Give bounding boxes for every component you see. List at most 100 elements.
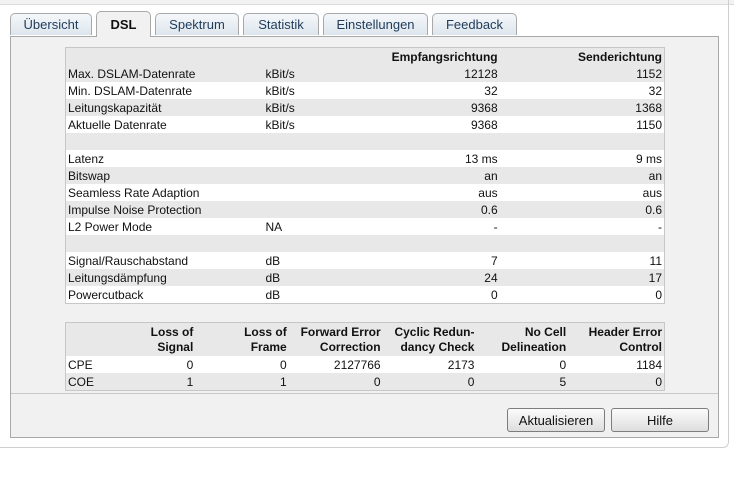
rates-cell-label: Powercutback xyxy=(68,287,144,302)
rates-cell-unit xyxy=(263,133,373,150)
rates-cell-label: Signal/Rauschabstand xyxy=(68,253,189,268)
rates-cell-label xyxy=(66,133,264,150)
tab-uebersicht[interactable]: Übersicht xyxy=(10,13,92,35)
rates-cell-unit: dB xyxy=(265,253,281,268)
rates-cell-unit xyxy=(263,150,372,167)
errors-cell-loss-of-frame: 0 xyxy=(280,357,287,372)
dsl-panel: Empfangsrichtung Senderichtung Max. DSLA… xyxy=(10,36,719,438)
rates-cell-upstream: 0 xyxy=(655,287,662,302)
button-divider xyxy=(11,393,718,394)
rates-row: Min. DSLAM-Datenrate kBit/s 32 32 xyxy=(66,82,664,99)
rates-cell-upstream: 32 xyxy=(648,83,662,98)
rates-cell-unit: kBit/s xyxy=(263,99,373,116)
rates-row: Leitungsdämpfung dB 24 17 xyxy=(66,269,664,286)
rates-row: Powercutback dB 0 0 xyxy=(66,286,664,303)
rates-cell-upstream: 1368 xyxy=(499,99,664,116)
errors-cell-fec: 2127766 xyxy=(333,357,381,372)
errors-header-crc: Cyclic Redun-dancy Check xyxy=(382,323,477,356)
rates-cell-downstream: 12128 xyxy=(372,65,500,82)
errors-cell-fec: 0 xyxy=(288,373,383,390)
rates-cell-unit: dB xyxy=(265,287,281,302)
rates-cell-downstream: 0.6 xyxy=(372,201,500,218)
rates-cell-unit: kBit/s xyxy=(265,117,295,132)
rates-cell-label: Max. DSLAM-Datenrate xyxy=(66,65,264,82)
rates-row: Impulse Noise Protection 0.6 0.6 xyxy=(66,201,664,218)
rates-header-row: Empfangsrichtung Senderichtung xyxy=(66,48,664,65)
rates-cell-label: Bitswap xyxy=(66,167,264,184)
rates-cell-label: Aktuelle Datenrate xyxy=(68,117,167,132)
errors-header-ncd: No Cell Delineation xyxy=(476,323,569,356)
rates-cell-upstream: 1150 xyxy=(636,117,662,132)
rates-cell-upstream: an xyxy=(499,167,664,184)
rates-cell-upstream: 1152 xyxy=(499,65,664,82)
tab-einstellungen[interactable]: Einstellungen xyxy=(323,13,428,35)
refresh-button[interactable]: Aktualisieren xyxy=(507,408,605,432)
rates-cell-downstream xyxy=(372,133,500,150)
rates-cell-unit xyxy=(263,235,373,252)
rates-row: L2 Power Mode NA - - xyxy=(66,218,664,235)
rates-cell-upstream: 17 xyxy=(499,269,664,286)
rates-cell-unit xyxy=(263,201,373,218)
rates-cell-downstream: 0 xyxy=(490,287,498,302)
rates-cell-label: Min. DSLAM-Datenrate xyxy=(68,83,193,98)
rates-header-downstream: Empfangsrichtung xyxy=(372,48,500,65)
errors-row: COE 1 1 0 0 5 0 xyxy=(66,373,664,390)
rates-cell-downstream: 32 xyxy=(484,83,498,98)
errors-row: CPE 0 0 2127766 2173 0 1184 xyxy=(66,356,664,373)
dsl-rates-table: Empfangsrichtung Senderichtung Max. DSLA… xyxy=(65,47,665,304)
help-button[interactable]: Hilfe xyxy=(611,408,709,432)
errors-header-hec: Header Error Control xyxy=(568,323,664,356)
errors-cell-ncd: 0 xyxy=(559,357,567,372)
errors-header-row: Loss of Signal Loss of Frame Forward Error… xyxy=(66,323,664,356)
tab-feedback[interactable]: Feedback xyxy=(432,13,517,35)
errors-cell-crc: 2173 xyxy=(447,357,475,372)
errors-cell-crc: 0 xyxy=(382,373,477,390)
errors-cell-hec: 0 xyxy=(568,373,664,390)
rates-row: Bitswap an an xyxy=(66,167,664,184)
rates-row xyxy=(66,235,664,252)
errors-cell-label: COE xyxy=(66,373,104,390)
rates-cell-unit xyxy=(263,167,373,184)
tab-dsl[interactable]: DSL xyxy=(96,11,151,37)
rates-cell-downstream xyxy=(372,235,500,252)
rates-cell-upstream: 0.6 xyxy=(499,201,664,218)
errors-cell-ncd: 5 xyxy=(476,373,569,390)
rates-cell-downstream: 9368 xyxy=(372,99,500,116)
rates-cell-upstream xyxy=(499,235,664,252)
rates-row: Seamless Rate Adaption aus aus xyxy=(66,184,664,201)
rates-cell-label: Impulse Noise Protection xyxy=(66,201,264,218)
tab-statistik[interactable]: Statistik xyxy=(243,13,319,35)
rates-cell-downstream: 13 ms xyxy=(464,151,498,166)
rates-cell-unit: kBit/s xyxy=(265,83,295,98)
rates-cell-label xyxy=(66,235,264,252)
errors-header-blank xyxy=(66,323,104,356)
rates-cell-downstream: aus xyxy=(478,185,498,200)
rates-row: Leitungskapazität kBit/s 9368 1368 xyxy=(66,99,664,116)
rates-header-unit xyxy=(263,48,373,65)
tab-spektrum[interactable]: Spektrum xyxy=(155,13,239,35)
rates-header-label xyxy=(66,48,264,65)
rates-cell-label: Leitungsdämpfung xyxy=(66,269,264,286)
errors-header-loss-of-frame: Loss of Frame xyxy=(195,323,289,356)
rates-cell-label: Leitungskapazität xyxy=(66,99,264,116)
errors-cell-label: CPE xyxy=(68,357,93,372)
rates-row: Max. DSLAM-Datenrate kBit/s 12128 1152 xyxy=(66,65,664,82)
rates-header-upstream: Senderichtung xyxy=(499,48,664,65)
rates-cell-downstream: an xyxy=(372,167,500,184)
rates-cell-upstream: 11 xyxy=(649,253,662,268)
rates-cell-downstream: 24 xyxy=(372,269,500,286)
rates-cell-unit: dB xyxy=(263,269,373,286)
rates-cell-unit: NA xyxy=(265,219,283,234)
rates-cell-label: Latenz xyxy=(68,151,105,166)
rates-cell-downstream: 9368 xyxy=(470,117,498,132)
rates-cell-downstream: - xyxy=(493,219,498,234)
errors-cell-loss-of-frame: 1 xyxy=(195,373,289,390)
rates-cell-downstream: 7 xyxy=(490,253,498,268)
dsl-errors-table: Loss of Signal Loss of Frame Forward Error… xyxy=(65,322,665,391)
rates-cell-label: Seamless Rate Adaption xyxy=(68,185,200,200)
rates-cell-unit xyxy=(263,184,372,201)
errors-header-loss-of-signal: Loss of Signal xyxy=(103,323,196,356)
rates-row xyxy=(66,133,664,150)
errors-cell-loss-of-signal: 0 xyxy=(186,357,194,372)
rates-row: Latenz 13 ms 9 ms xyxy=(66,150,664,167)
